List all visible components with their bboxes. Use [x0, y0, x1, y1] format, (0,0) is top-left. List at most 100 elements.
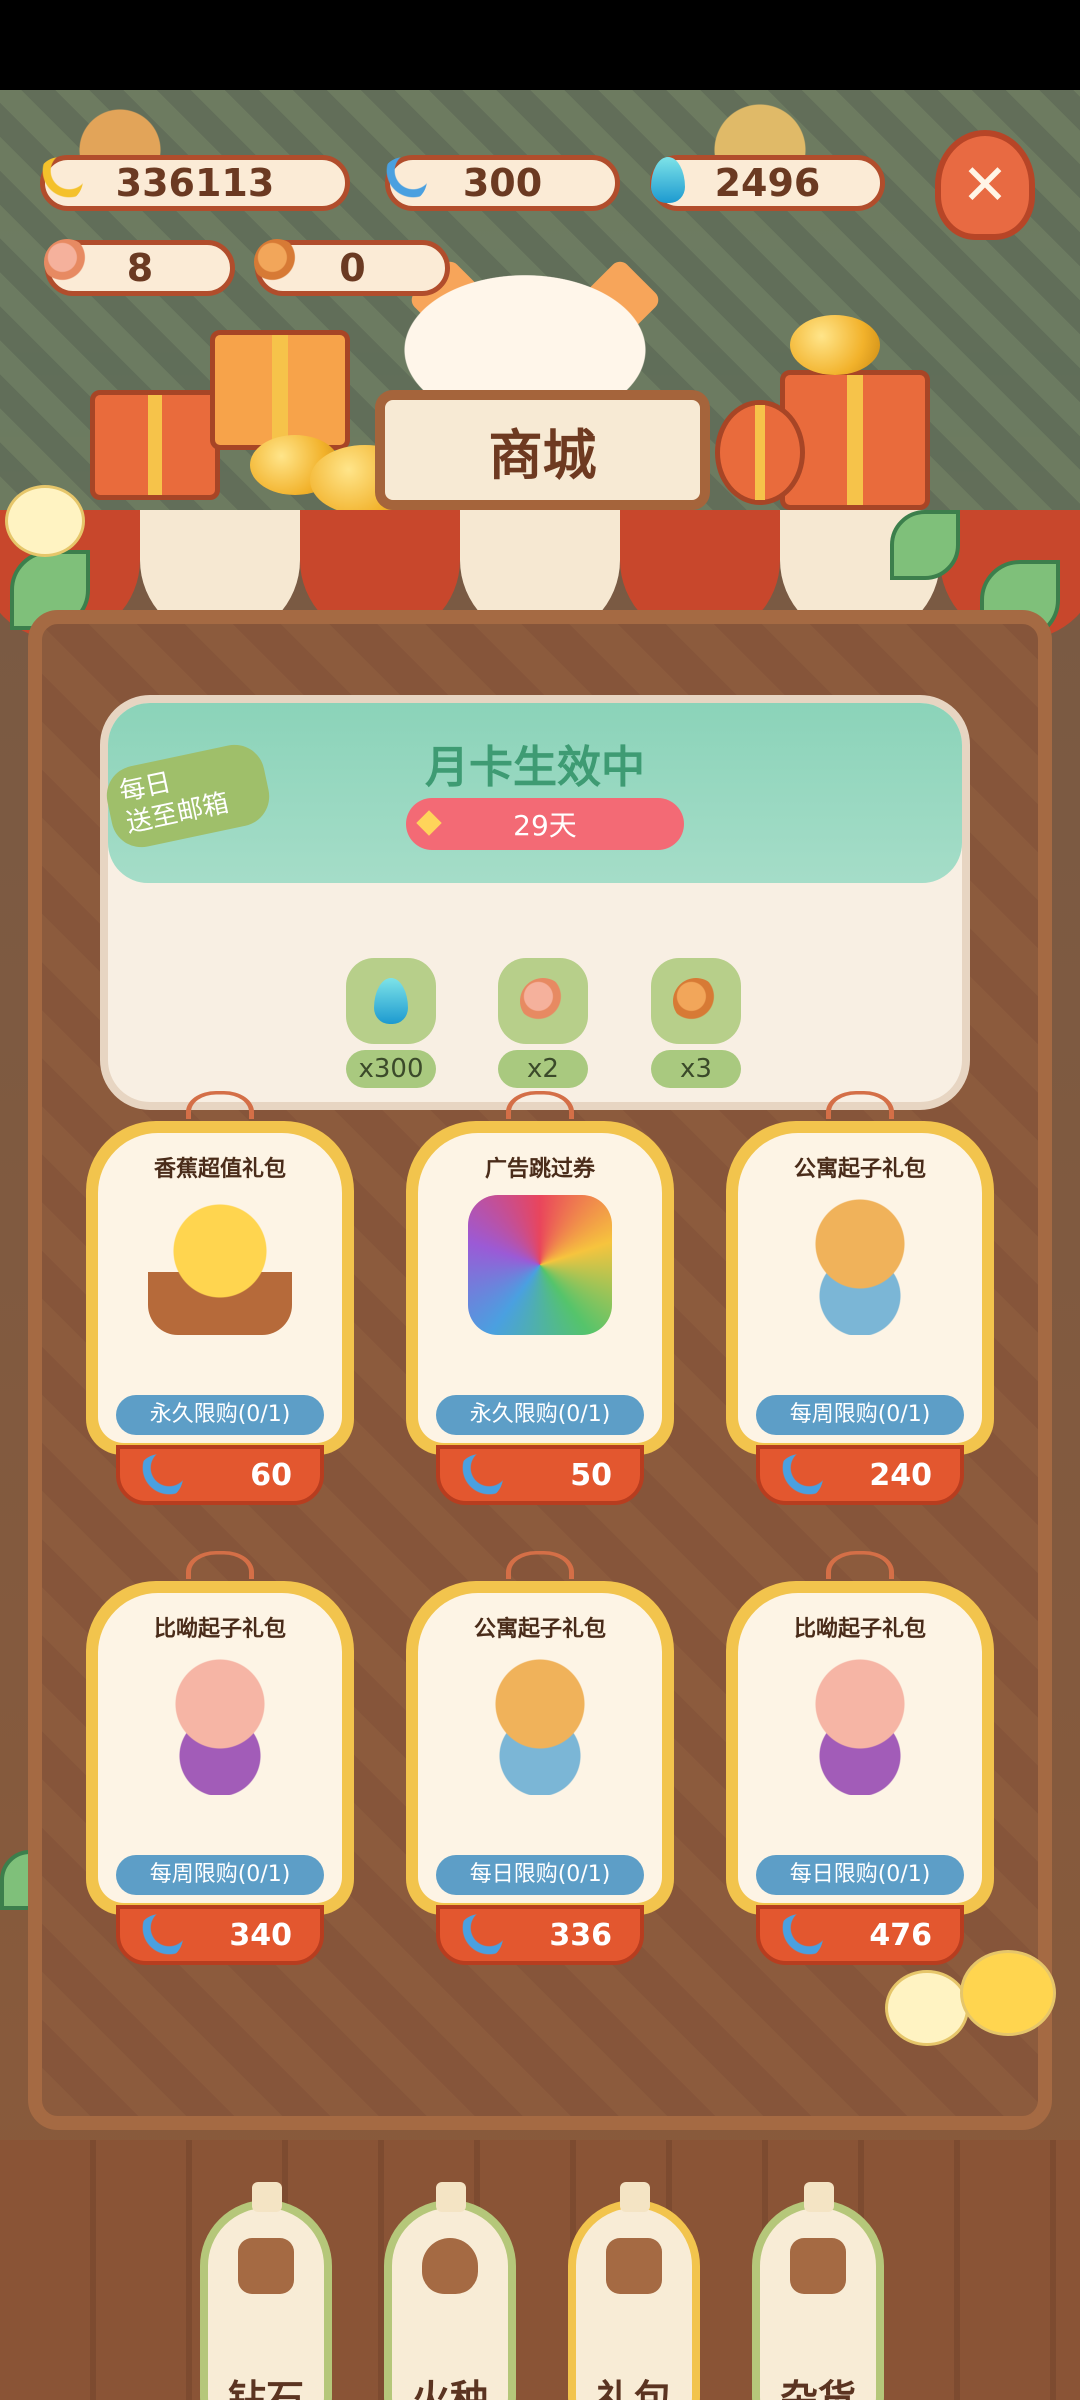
gift-box-decoration: [90, 390, 220, 500]
purchase-limit: 每日限购(0/1): [436, 1855, 644, 1895]
purchase-limit: 每日限购(0/1): [756, 1855, 964, 1895]
hanger: [186, 1091, 254, 1119]
item-title: 广告跳过券: [484, 1157, 595, 1182]
item-title: 比呦起子礼包: [793, 1617, 926, 1642]
chick-decoration: [960, 1950, 1056, 2036]
daruma-decoration: [715, 400, 805, 505]
hanger: [186, 1551, 254, 1579]
shop-item-card[interactable]: 比呦起子礼包 每周限购(0/1) 340: [86, 1545, 354, 1975]
close-icon: ✕: [961, 152, 1009, 218]
price-value: 476: [869, 1917, 932, 1953]
flame-tab-icon: [422, 2238, 478, 2294]
status-bar: [0, 0, 1080, 90]
paw-bouquet-pink-icon: [148, 1655, 292, 1795]
gift-box-decoration: [210, 330, 350, 450]
blue-banana-count: 300: [462, 161, 543, 205]
month-reward-bone-orange: x3: [651, 958, 741, 1088]
ad-skip-ticket-icon: [468, 1195, 612, 1335]
purchase-limit: 永久限购(0/1): [116, 1395, 324, 1435]
reward-quantity: x2: [498, 1050, 588, 1088]
bone-orange-icon: [245, 230, 309, 294]
purchase-limit: 每周限购(0/1): [116, 1855, 324, 1895]
tab-label: 钻石: [227, 2377, 304, 2400]
shop-item-card[interactable]: 广告跳过券 永久限购(0/1) 50: [406, 1085, 674, 1515]
shop-item-card[interactable]: 香蕉超值礼包 永久限购(0/1) 60: [86, 1085, 354, 1515]
buy-button[interactable]: 476: [756, 1905, 964, 1965]
tab-label: 火种: [411, 2377, 488, 2400]
blue-banana-icon: [777, 1454, 823, 1500]
tab-diamond[interactable]: 钻石 ★: [200, 2182, 332, 2400]
tab-label: 礼包: [595, 2377, 672, 2400]
item-title: 公寓起子礼包: [793, 1157, 926, 1182]
shop-scene: 商城 月卡生效中 29天 x300 x2 x3 每日 送至邮箱 香蕉超值礼包 永…: [0, 90, 1080, 2400]
buy-button[interactable]: 60: [116, 1445, 324, 1505]
hanger: [506, 1551, 574, 1579]
shop-title-sign: 商城: [375, 390, 710, 510]
flame-count: 2496: [714, 161, 821, 205]
item-title: 公寓起子礼包: [473, 1617, 606, 1642]
bone-paw-icon: [520, 978, 566, 1024]
shop-item-card[interactable]: 公寓起子礼包 每日限购(0/1) 336: [406, 1545, 674, 1975]
tab-flame[interactable]: 火种 ★: [384, 2182, 516, 2400]
blue-banana-icon: [137, 1454, 183, 1500]
purchase-limit: 每周限购(0/1): [756, 1395, 964, 1435]
diamond-icon: [416, 810, 442, 836]
bone-paw-count: 8: [126, 246, 154, 290]
blue-banana-icon: [457, 1454, 503, 1500]
paw-bouquet-blue-icon: [468, 1655, 612, 1795]
close-button[interactable]: ✕: [935, 130, 1035, 240]
purchase-limit: 永久限购(0/1): [436, 1395, 644, 1435]
hanger: [506, 1091, 574, 1119]
gift-tab-icon: [606, 2238, 662, 2294]
price-value: 60: [250, 1457, 292, 1493]
month-reward-bone-paw: x2: [498, 958, 588, 1088]
banana-chest-icon: [148, 1195, 292, 1335]
buy-button[interactable]: 340: [116, 1905, 324, 1965]
item-title: 香蕉超值礼包: [153, 1157, 286, 1182]
banana-icon: [28, 148, 92, 212]
reward-quantity: x300: [346, 1050, 436, 1088]
wooden-floor: [0, 2140, 1080, 2400]
tab-hanger: [804, 2182, 834, 2212]
reward-quantity: x3: [651, 1050, 741, 1088]
flame-icon: [374, 978, 408, 1024]
tab-hanger: [620, 2182, 650, 2212]
price-value: 50: [570, 1457, 612, 1493]
chick-decoration: [885, 1970, 969, 2046]
tab-goods[interactable]: 杂货 ★: [752, 2182, 884, 2400]
shop-item-card[interactable]: 公寓起子礼包 每周限购(0/1) 240: [726, 1085, 994, 1515]
chick-decoration: [5, 485, 85, 557]
buy-button[interactable]: 240: [756, 1445, 964, 1505]
bone-orange-count: 0: [339, 246, 366, 290]
tab-label: 杂货: [779, 2377, 856, 2400]
bone-paw-icon: [35, 230, 99, 294]
paw-bouquet-pink-icon: [788, 1655, 932, 1795]
buy-button[interactable]: 336: [436, 1905, 644, 1965]
shop-item-card[interactable]: 比呦起子礼包 每日限购(0/1) 476: [726, 1545, 994, 1975]
price-value: 240: [869, 1457, 932, 1493]
bone-orange-icon: [673, 978, 719, 1024]
diamond-tab-icon: [238, 2238, 294, 2294]
blue-banana-icon: [372, 148, 436, 212]
days-text: 29天: [513, 809, 577, 842]
blue-banana-icon: [137, 1914, 183, 1960]
goods-tab-icon: [790, 2238, 846, 2294]
gold-ingot-decoration: [790, 315, 880, 375]
month-card-days-remaining: 29天: [406, 798, 684, 850]
tab-hanger: [436, 2182, 466, 2212]
month-reward-flame: x300: [346, 958, 436, 1088]
hanger: [826, 1551, 894, 1579]
buy-button[interactable]: 50: [436, 1445, 644, 1505]
tab-gift[interactable]: 礼包 ★: [568, 2182, 700, 2400]
blue-banana-icon: [457, 1914, 503, 1960]
price-value: 336: [549, 1917, 612, 1953]
paw-bouquet-blue-icon: [788, 1195, 932, 1335]
blue-banana-icon: [777, 1914, 823, 1960]
item-title: 比呦起子礼包: [153, 1617, 286, 1642]
price-value: 340: [229, 1917, 292, 1953]
hanger: [826, 1091, 894, 1119]
banana-count: 336113: [115, 161, 275, 205]
tab-hanger: [252, 2182, 282, 2212]
flame-icon: [636, 148, 700, 212]
leaf-decoration: [890, 510, 960, 580]
